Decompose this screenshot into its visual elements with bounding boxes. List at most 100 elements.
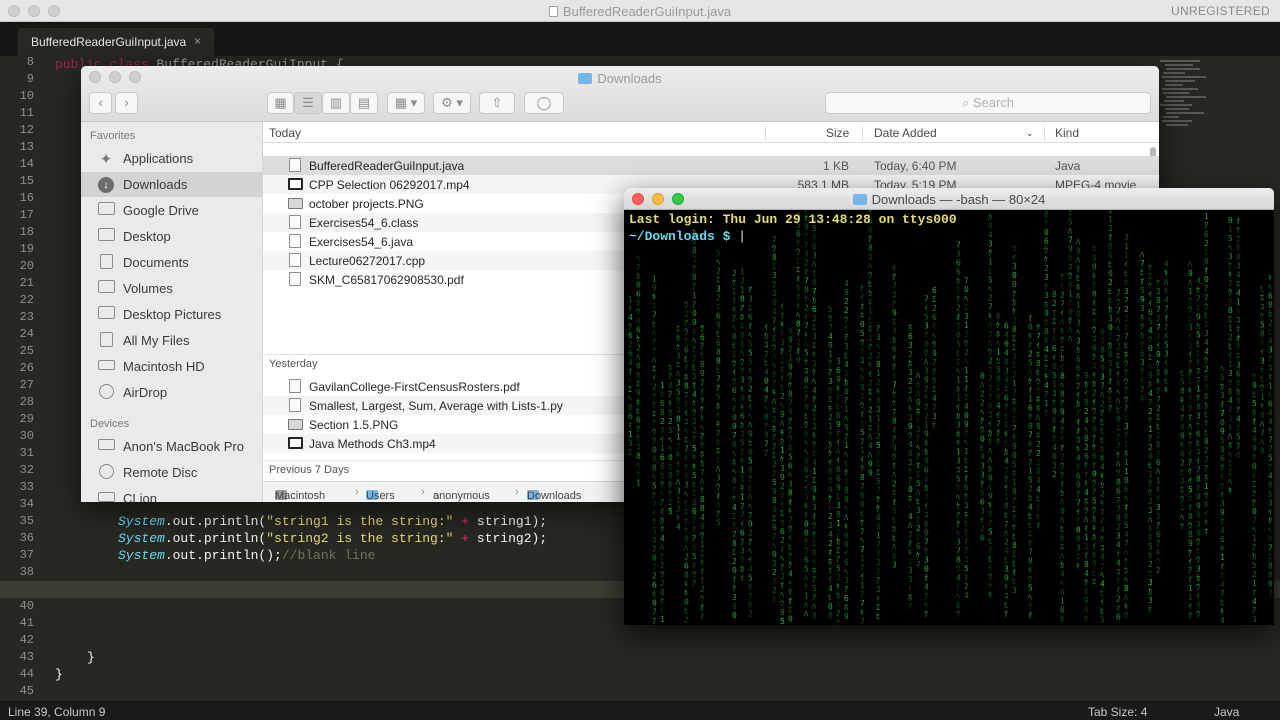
svg-text:5: 5 [1220, 373, 1225, 382]
tab-close-icon[interactable]: × [194, 34, 201, 48]
svg-text:ﾊ: ﾊ [1060, 317, 1064, 326]
list-view-button[interactable]: ☰ [294, 92, 322, 114]
svg-text:0: 0 [924, 564, 929, 573]
svg-text:ﾊ: ﾊ [844, 513, 848, 522]
share-button[interactable]: ⇧ [479, 92, 515, 114]
svg-text:6: 6 [844, 594, 849, 603]
svg-text:ｵ: ｵ [1108, 233, 1112, 242]
svg-text:4: 4 [1148, 326, 1153, 335]
svg-text:6: 6 [1124, 485, 1129, 494]
svg-text:6: 6 [980, 534, 985, 543]
svg-text:ｹ: ｹ [1268, 426, 1272, 435]
svg-text:3: 3 [812, 332, 817, 341]
sidebar-item-applications[interactable]: ✦ Applications [81, 146, 263, 171]
svg-text:ﾍ: ﾍ [1268, 282, 1272, 291]
svg-text:ｷ: ｷ [804, 502, 808, 511]
cover-flow-button[interactable]: ▤ [350, 92, 378, 114]
terminal-body[interactable]: 1ｲ4ｸ6264ｵﾍｴﾍ06ｵ13ｴﾍﾌｶ06ｶｳ06ｹ2ﾊ0ｶｴ9ﾎﾋ6ｱｹｺ… [624, 210, 1274, 625]
svg-text:ｱ: ｱ [1060, 398, 1064, 407]
svg-text:ｸ: ｸ [652, 517, 656, 526]
svg-text:ﾌ: ﾌ [860, 392, 864, 401]
svg-text:0: 0 [772, 550, 777, 559]
svg-text:9: 9 [1220, 427, 1225, 436]
tab-buffered-reader[interactable]: BufferedReaderGuiInput.java × [18, 28, 214, 56]
forward-button[interactable]: › [115, 92, 138, 114]
svg-text:ｱ: ｱ [1148, 434, 1152, 443]
sidebar-item-desktop[interactable]: Desktop [81, 224, 263, 249]
sidebar-item-macintosh-hd[interactable]: Macintosh HD [81, 354, 263, 379]
line-number: 14 [4, 157, 34, 171]
svg-text:ｺ: ｺ [1260, 302, 1264, 311]
svg-text:ｳ: ｳ [652, 436, 656, 445]
folder-icon [97, 202, 115, 218]
cursor-position[interactable]: Line 39, Column 9 [8, 705, 105, 719]
arrange-button[interactable]: ▦ ▾ [387, 92, 425, 114]
svg-text:9: 9 [1156, 350, 1161, 359]
sidebar-item-documents[interactable]: Documents [81, 250, 263, 275]
svg-text:ｴ: ｴ [732, 287, 736, 296]
action-gear-button[interactable]: ⚙ ▾ [433, 92, 471, 114]
svg-text:1: 1 [660, 444, 665, 453]
svg-text:0: 0 [732, 566, 737, 575]
svg-text:ｶ: ｶ [836, 537, 840, 546]
svg-text:ｶ: ｶ [636, 370, 640, 379]
svg-text:ｹ: ｹ [1148, 488, 1152, 497]
svg-text:ﾋ: ﾋ [1100, 427, 1104, 436]
svg-text:2: 2 [1204, 365, 1209, 374]
column-size[interactable]: Size [826, 126, 849, 140]
svg-text:ｹ: ｹ [860, 284, 864, 293]
svg-text:6: 6 [956, 268, 961, 277]
column-name[interactable]: Today [269, 126, 301, 140]
svg-text:ｳ: ｳ [1060, 461, 1064, 470]
svg-text:6: 6 [812, 305, 817, 314]
sidebar-item-volumes[interactable]: Volumes [81, 276, 263, 301]
svg-text:ｴ: ｴ [1012, 415, 1016, 424]
svg-text:6: 6 [684, 561, 689, 570]
svg-text:ﾎ: ﾎ [676, 334, 680, 343]
syntax-mode[interactable]: Java [1214, 705, 1239, 719]
tab-size[interactable]: Tab Size: 4 [1088, 705, 1147, 719]
svg-text:0: 0 [692, 309, 697, 318]
sidebar-item-anon-s-macbook-pro[interactable]: Anon's MacBook Pro [81, 434, 263, 459]
svg-text:8: 8 [748, 466, 753, 475]
svg-text:5: 5 [1268, 453, 1273, 462]
back-button[interactable]: ‹ [89, 92, 112, 114]
svg-text:2: 2 [660, 417, 665, 426]
svg-text:7: 7 [732, 431, 737, 440]
minimap[interactable] [1160, 60, 1220, 140]
sidebar-item-downloads[interactable]: ↓ Downloads [81, 172, 263, 197]
search-field[interactable]: ⌕ Search [825, 92, 1151, 114]
svg-text:ｺ: ｺ [908, 386, 912, 395]
svg-text:ﾎ: ﾎ [956, 385, 960, 394]
column-kind[interactable]: Kind [1055, 126, 1079, 140]
sidebar-item-airdrop[interactable]: AirDrop [81, 380, 263, 405]
svg-text:9: 9 [788, 408, 793, 417]
svg-text:ｹ: ｹ [700, 351, 704, 360]
icon-view-button[interactable]: ▦ [267, 92, 294, 114]
svg-text:ｲ: ｲ [836, 438, 840, 447]
column-view-button[interactable]: ▥ [322, 92, 350, 114]
svg-text:ｱ: ｱ [1100, 517, 1104, 526]
sidebar-item-remote-disc[interactable]: Remote Disc [81, 460, 263, 485]
svg-text:ｹ: ｹ [684, 462, 688, 471]
svg-text:ﾋ: ﾋ [1260, 374, 1264, 383]
svg-text:4: 4 [1036, 485, 1041, 494]
svg-text:1: 1 [1228, 360, 1233, 369]
tags-button[interactable]: ◯ [524, 92, 564, 114]
svg-text:ﾎ: ﾎ [1116, 379, 1120, 388]
column-date-added[interactable]: Date Added [874, 126, 937, 140]
svg-text:ｸ: ｸ [1148, 479, 1152, 488]
svg-text:ｱ: ｱ [1092, 415, 1096, 424]
sidebar-item-all-my-files[interactable]: All My Files [81, 328, 263, 353]
svg-text:ﾎ: ﾎ [804, 430, 808, 439]
svg-text:8: 8 [1196, 475, 1201, 484]
svg-text:7: 7 [716, 375, 721, 384]
last-login-line: Last login: Thu Jun 29 13:48:28 on ttys0… [629, 212, 957, 227]
file-row[interactable]: BufferedReaderGuiInput.java 1 KB Today, 6:… [263, 156, 1159, 175]
sidebar-item-desktop-pictures[interactable]: Desktop Pictures [81, 302, 263, 327]
svg-text:ｵ: ｵ [700, 567, 704, 576]
sidebar-item-google-drive[interactable]: Google Drive [81, 198, 263, 223]
svg-text:ｵ: ｵ [916, 515, 920, 524]
sidebar-item-clion[interactable]: CLion [81, 486, 263, 502]
svg-text:4: 4 [772, 307, 777, 316]
